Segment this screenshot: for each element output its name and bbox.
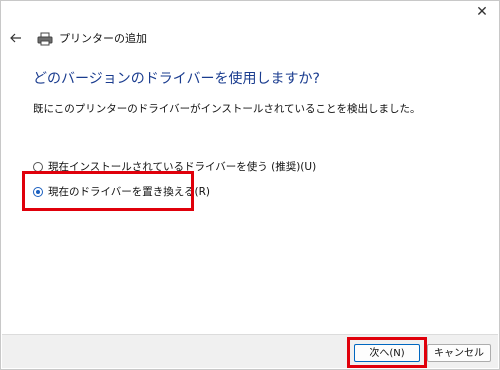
close-button[interactable]: ✕ (471, 3, 493, 21)
wizard-header: プリンターの追加 (9, 27, 147, 49)
close-icon: ✕ (476, 4, 488, 20)
page-title: どのバージョンのドライバーを使用しますか? (33, 71, 320, 87)
radio-button-unchecked[interactable] (33, 161, 43, 172)
wizard-title: プリンターの追加 (59, 32, 147, 45)
back-arrow-icon[interactable] (9, 31, 23, 45)
description-text: 既にこのプリンターのドライバーがインストールされていることを検出しました。 (33, 103, 421, 115)
add-printer-window: ✕ プリンターの追加 どのバージョンのドライバーを使用しますか? 既にこのプリン… (0, 0, 500, 370)
cancel-button[interactable]: キャンセル (427, 344, 491, 362)
highlight-box-next (347, 337, 427, 368)
printer-icon (37, 31, 53, 46)
highlight-box-option (22, 171, 194, 211)
